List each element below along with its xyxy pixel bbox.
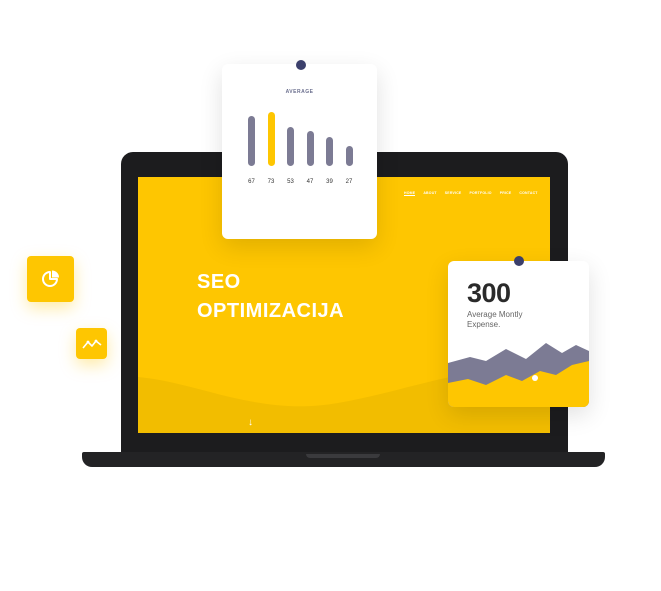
average-title: AVERAGE (285, 89, 314, 95)
arrow-down-icon[interactable]: ↓ (248, 418, 253, 428)
average-bar-label: 53 (287, 179, 294, 185)
average-bar (345, 146, 353, 166)
average-bar-label: 73 (267, 179, 275, 185)
average-bar-label: 67 (248, 179, 255, 185)
trend-line-icon (81, 339, 101, 349)
average-bar (306, 131, 314, 166)
pie-chart-icon-tile (27, 256, 74, 302)
average-bar (287, 126, 294, 166)
expense-label: Average Montly Expense. (467, 310, 523, 329)
site-nav: HOME ABOUT SERVICE PORTFOLIO PRICE CONTA… (404, 191, 538, 196)
pin-icon (296, 60, 306, 70)
hero-line-1: SEO (197, 271, 241, 293)
average-bar (326, 137, 333, 166)
nav-item-about[interactable]: ABOUT (423, 191, 436, 196)
nav-item-price[interactable]: PRICE (500, 191, 512, 196)
nav-item-home[interactable]: HOME (404, 191, 416, 196)
laptop-notch (306, 454, 380, 458)
average-bar-label: 27 (345, 179, 353, 185)
hero-line-2: OPTIMIZACIJA (197, 300, 345, 322)
expense-value: 300 (467, 278, 511, 308)
hero-heading: SEO OPTIMIZACIJA (197, 268, 344, 326)
nav-item-portfolio[interactable]: PORTFOLIO (469, 191, 491, 196)
average-bar (248, 116, 255, 166)
average-bar-label: 39 (326, 179, 333, 185)
nav-item-service[interactable]: SERVICE (445, 191, 462, 196)
pin-icon (514, 256, 524, 266)
average-bar (267, 111, 275, 166)
trend-line-icon-tile (76, 328, 107, 359)
pie-chart-icon (41, 270, 59, 287)
nav-item-contact[interactable]: CONTACT (519, 191, 537, 196)
average-bar-label: 47 (306, 179, 314, 185)
